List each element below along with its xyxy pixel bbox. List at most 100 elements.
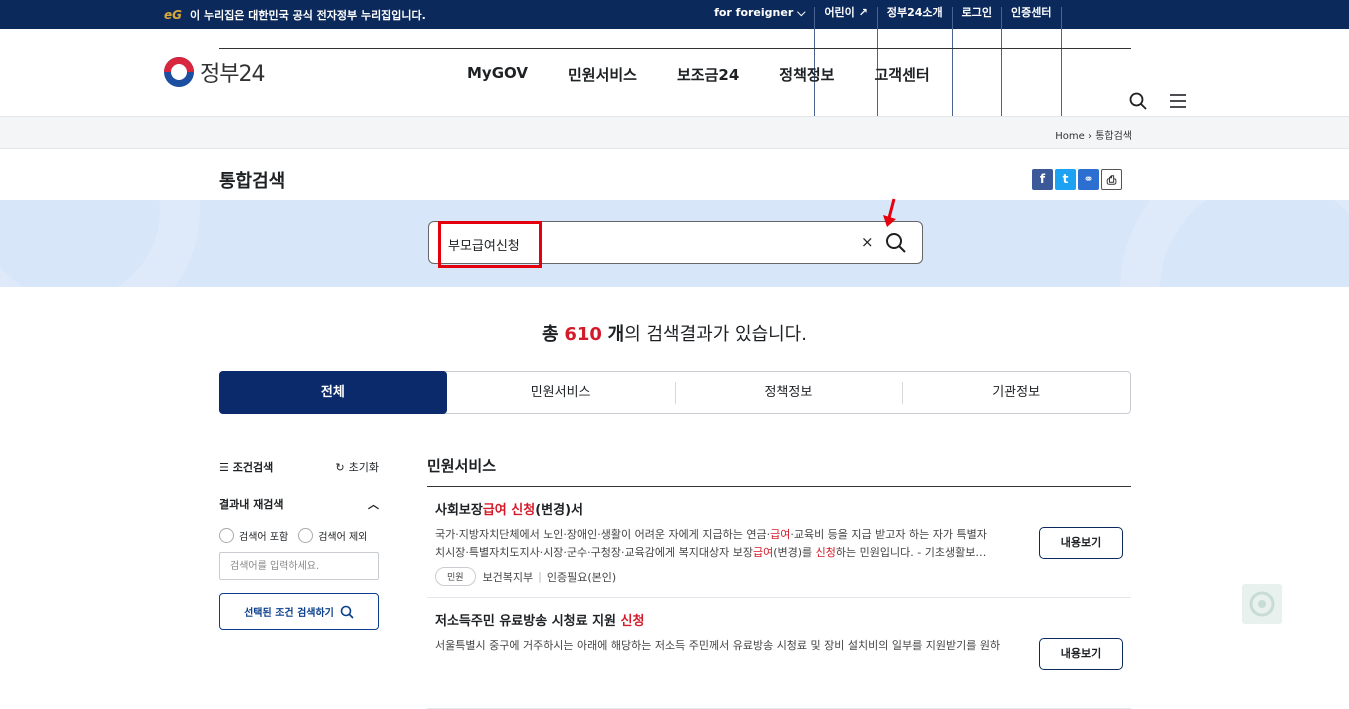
facebook-icon[interactable]: f [1032, 169, 1053, 190]
header-icons [1129, 92, 1187, 110]
decor-circle [0, 200, 200, 287]
results-section-title: 민원서비스 [427, 455, 1131, 487]
reset-label: 초기화 [348, 461, 379, 474]
research-options: 검색어 포함 검색어 제외 [219, 528, 379, 543]
reset-button[interactable]: ↻ 초기화 [335, 459, 379, 475]
apply-filter-label: 선택된 조건 검색하기 [244, 608, 334, 619]
exclude-radio[interactable] [298, 528, 314, 543]
research-header[interactable]: 결과내 재검색 ︿ [219, 496, 379, 512]
title-highlight: 신청 [511, 503, 536, 518]
nav-subsidy[interactable]: 보조금24 [677, 64, 739, 85]
desc-highlight: 신청 [815, 546, 836, 559]
main-nav: MyGOV 민원서비스 보조금24 정책정보 고객센터 [467, 64, 930, 85]
result-description: 국가·지방자치단체에서 노인·장애인·생활이 어려운 자에게 지급하는 연금·급… [435, 526, 1025, 562]
research-input[interactable] [219, 552, 379, 580]
nav-policy[interactable]: 정책정보 [779, 64, 834, 85]
filter-title-label: 조건검색 [232, 461, 274, 474]
summary-prefix: 총 [542, 324, 559, 345]
tab-policy[interactable]: 정책정보 [674, 372, 903, 413]
result-meta: 민원 보건복지부 | 인증필요(본인) [435, 567, 1123, 586]
view-details-button[interactable]: 내용보기 [1039, 527, 1123, 559]
desc-text: 하는 민원입니다. - 기초생활보… [835, 546, 987, 559]
refresh-icon: ↻ [335, 460, 345, 474]
title-highlight: 신청 [620, 614, 645, 629]
title-text: 저소득주민 유료방송 시청료 지원 [435, 614, 621, 629]
title-divider [219, 48, 1131, 49]
external-link-icon: ↗ [858, 6, 868, 19]
title-row: 통합검색 f t ⚭ ⎙ [0, 149, 1349, 199]
list-item: 저소득주민 유료방송 시청료 지원 신청 서울특별시 중구에 거주하시는 아래에… [427, 598, 1131, 709]
nav-customer-center[interactable]: 고객센터 [874, 64, 929, 85]
filter-title: ☰ 조건검색 [219, 459, 273, 475]
sliders-icon: ☰ [219, 461, 229, 474]
result-summary: 총 610 개의 검색결과가 있습니다. [0, 320, 1349, 346]
result-count: 610 [564, 324, 602, 345]
desc-text: 치시장·특별자치도지사·시장·군수·구청장·교육감에게 복지대상자 보장 [435, 546, 753, 559]
breadcrumb-bar: Home › 통합검색 [0, 117, 1349, 149]
tab-all[interactable]: 전체 [219, 371, 447, 414]
search-icon[interactable] [1129, 92, 1147, 110]
summary-unit: 개 [607, 324, 625, 345]
result-org: 보건복지부 [482, 570, 534, 584]
site-logo[interactable]: 정부24 [164, 56, 265, 88]
twitter-icon[interactable]: t [1055, 169, 1076, 190]
apply-filter-button[interactable]: 선택된 조건 검색하기 [219, 593, 379, 630]
desc-highlight: 급여 [752, 546, 774, 559]
official-notice-text: 이 누리집은 대한민국 공식 전자정부 누리집입니다. [190, 9, 426, 22]
breadcrumb-current: 통합검색 [1095, 131, 1132, 142]
include-radio[interactable] [219, 528, 234, 543]
kids-label: 어린이 [824, 6, 855, 19]
tab-civil-service[interactable]: 민원서비스 [447, 372, 675, 413]
include-option[interactable]: 검색어 포함 [219, 528, 288, 543]
egov-logo: eG [164, 8, 182, 22]
chatbot-icon[interactable] [1242, 584, 1282, 624]
link-copy-icon[interactable]: ⚭ [1078, 169, 1099, 190]
site-header: 정부24 MyGOV 민원서비스 보조금24 정책정보 고객센터 [0, 29, 1349, 117]
title-highlight: 급여 [482, 503, 507, 518]
search-icon[interactable] [885, 232, 907, 254]
title-text: 사회보장 [435, 503, 483, 518]
include-label: 검색어 포함 [239, 532, 289, 543]
clear-icon[interactable]: × [861, 233, 874, 251]
page-title: 통합검색 [219, 171, 286, 192]
exclude-option[interactable]: 검색어 제외 [298, 528, 367, 543]
print-icon[interactable]: ⎙ [1101, 169, 1122, 190]
view-details-button[interactable]: 내용보기 [1039, 638, 1123, 670]
breadcrumb: Home › 통합검색 [1055, 127, 1132, 142]
title-text: (변경)서 [535, 503, 583, 518]
result-auth: 인증필요(본인) [546, 570, 617, 584]
breadcrumb-home[interactable]: Home [1055, 131, 1085, 142]
results-panel: 민원서비스 사회보장급여 신청(변경)서 국가·지방자치단체에서 노인·장애인·… [427, 455, 1131, 709]
share-tools: f t ⚭ ⎙ [1032, 169, 1122, 190]
result-title[interactable]: 사회보장급여 신청(변경)서 [435, 499, 1123, 518]
search-icon [340, 605, 354, 619]
list-item: 사회보장급여 신청(변경)서 국가·지방자치단체에서 노인·장애인·생활이 어려… [427, 487, 1131, 598]
chevron-down-icon: ⌵ [797, 6, 806, 19]
filter-header: ☰ 조건검색 ↻ 초기화 [219, 455, 379, 479]
result-title[interactable]: 저소득주민 유료방송 시청료 지원 신청 [435, 610, 1123, 629]
menu-icon[interactable] [1169, 92, 1187, 110]
research-title: 결과내 재검색 [219, 498, 284, 511]
site-logo-text: 정부24 [200, 62, 265, 87]
filter-sidebar: ☰ 조건검색 ↻초기화 결과내 재검색 ︿ 검색어 포함 검색어 제외 선택된 … [219, 455, 379, 630]
meta-divider: | [538, 570, 542, 583]
desc-highlight: 급여 [770, 528, 791, 541]
desc-text: ·교육비 등을 지급 받고자 하는 자가 특별자 [790, 528, 987, 541]
result-tabs: 전체 민원서비스 정책정보 기관정보 [219, 371, 1131, 414]
arrow-down-icon [883, 198, 896, 227]
exclude-label: 검색어 제외 [318, 532, 368, 543]
top-banner: eG 이 누리집은 대한민국 공식 전자정부 누리집입니다. for forei… [0, 0, 1349, 118]
highlight-box [438, 221, 542, 268]
nav-civil-service[interactable]: 민원서비스 [568, 64, 637, 85]
official-notice: eG 이 누리집은 대한민국 공식 전자정부 누리집입니다. [164, 7, 426, 23]
category-badge: 민원 [435, 567, 476, 586]
tab-agency[interactable]: 기관정보 [902, 372, 1130, 413]
desc-text: 국가·지방자치단체에서 노인·장애인·생활이 어려운 자에게 지급하는 연금· [435, 528, 771, 541]
taegeuk-logo-icon [164, 57, 194, 87]
decor-circle [1120, 200, 1349, 287]
summary-suffix: 의 검색결과가 있습니다. [624, 324, 807, 345]
result-description: 서울특별시 중구에 거주하시는 아래에 해당하는 저소득 주민께서 유료방송 시… [435, 639, 1001, 652]
nav-mygov[interactable]: MyGOV [467, 64, 528, 85]
for-foreigner-label: for foreigner [714, 6, 794, 19]
chevron-up-icon: ︿ [368, 498, 379, 511]
